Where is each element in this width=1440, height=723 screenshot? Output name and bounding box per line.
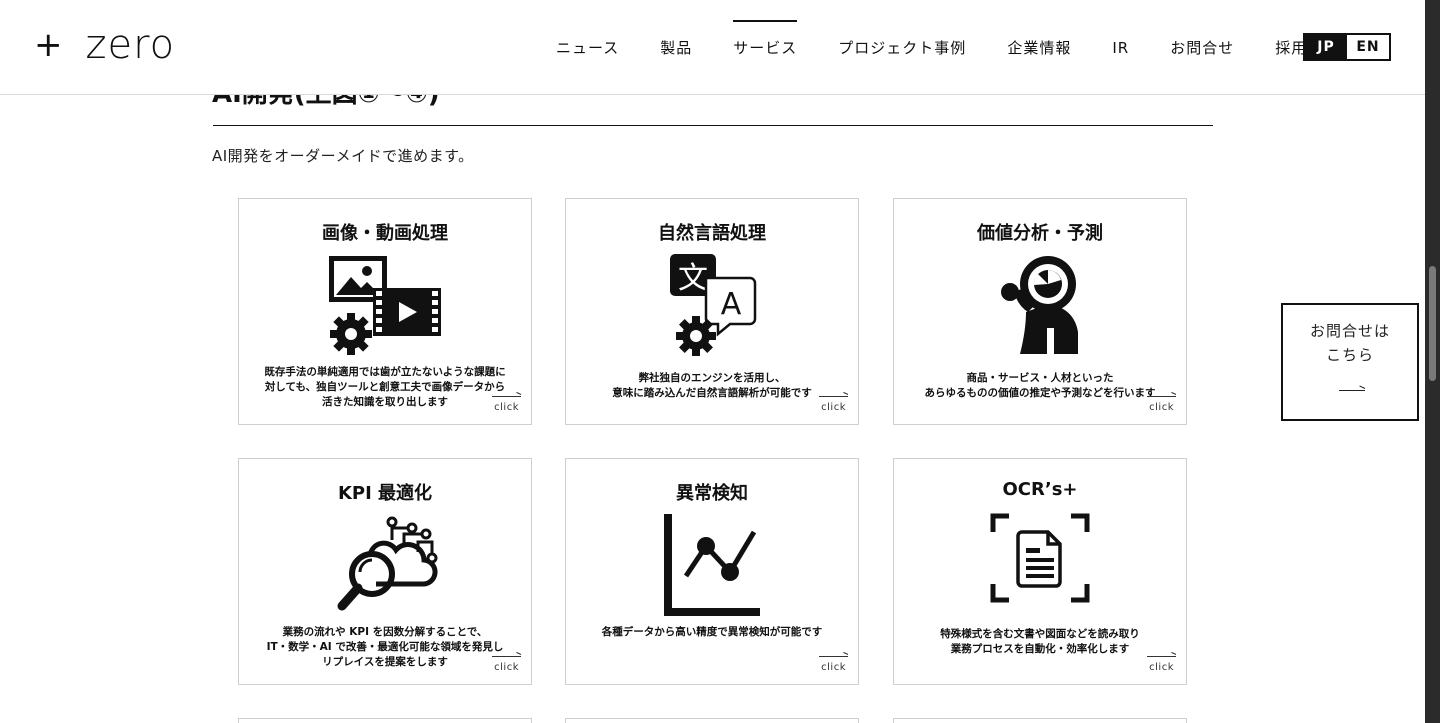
nav-projects[interactable]: プロジェクト事例 (838, 29, 966, 66)
card-title: 異常検知 (676, 483, 748, 504)
language-switcher: JP EN (1303, 33, 1391, 61)
contact-label: お問合せは こちら (1309, 322, 1390, 364)
logo-text: zero (85, 22, 176, 68)
card-description: 特殊様式を含む文書や図面などを読み取り 業務プロセスを自動化・効率化します (940, 628, 1140, 655)
card-title: 画像・動画処理 (322, 223, 448, 244)
nav-ir[interactable]: IR (1112, 31, 1129, 65)
service-card-nlp[interactable]: 自然言語処理 文 A 弊社独自のエンジンを活用し、 意味に踏み込んだ自然言語解析… (565, 198, 859, 425)
line-chart-icon (566, 511, 858, 617)
service-card-ocr[interactable]: OCR’s+ 特殊様式を含む文書や図面などを読み取り 業務プロセスを自動化・効率… (893, 458, 1187, 685)
arrow-right-icon (1339, 390, 1365, 391)
card-title: 価値分析・予測 (977, 223, 1103, 244)
service-card-image-video[interactable]: 画像・動画処理 既存手法の単純適用では歯が立たないような課題に 対しても、独自ツ… (238, 198, 532, 425)
image-video-gear-icon (239, 251, 531, 357)
floating-contact-button[interactable]: お問合せは こちら (1281, 303, 1419, 421)
lang-en-button[interactable]: EN (1347, 35, 1389, 59)
logo-plus: + (34, 25, 64, 65)
service-card-partial[interactable] (238, 718, 532, 723)
card-title: 自然言語処理 (658, 223, 766, 244)
card-click-link[interactable]: click (1147, 396, 1176, 413)
nav-products[interactable]: 製品 (660, 29, 692, 66)
site-header: + zero ニュース 製品 サービス プロジェクト事例 企業情報 IR お問合… (0, 0, 1425, 95)
document-scan-icon (894, 511, 1186, 617)
page-scrollbar[interactable] (1425, 0, 1440, 723)
lang-jp-button[interactable]: JP (1305, 35, 1347, 59)
translate-gear-icon: 文 A (566, 251, 858, 357)
service-card-value-analysis[interactable]: 価値分析・予測 商品・サービス・人材といった あらゆるものの価値の推定や予測など… (893, 198, 1187, 425)
card-click-link[interactable]: click (1147, 656, 1176, 673)
card-description: 既存手法の単純適用では歯が立たないような課題に 対しても、独自ツールと創意工夫で… (264, 366, 506, 408)
card-description: 商品・サービス・人材といった あらゆるものの価値の推定や予測などを行います (924, 372, 1156, 399)
nav-services[interactable]: サービス (733, 20, 798, 66)
service-card-partial[interactable] (565, 718, 859, 723)
service-card-partial[interactable] (893, 718, 1187, 723)
card-title: KPI 最適化 (337, 483, 433, 504)
site-logo[interactable]: + zero (34, 22, 175, 68)
nav-company[interactable]: 企業情報 (1007, 29, 1071, 66)
card-click-link[interactable]: click (492, 396, 521, 413)
card-title: OCR’s+ (1002, 479, 1078, 500)
nav-contact[interactable]: お問合せ (1170, 29, 1234, 66)
service-card-anomaly[interactable]: 異常検知 各種データから高い精度で異常検知が可能です click (565, 458, 859, 685)
card-description: 各種データから高い精度で異常検知が可能です (601, 626, 823, 638)
magnifier-cloud-icon (239, 511, 531, 617)
svg-text:A: A (721, 287, 742, 322)
section-lead: AI開発をオーダーメイドで進めます。 (212, 147, 474, 165)
nav-news[interactable]: ニュース (556, 29, 619, 66)
scrollbar-thumb[interactable] (1429, 266, 1436, 381)
svg-text:文: 文 (678, 261, 708, 296)
section-divider (213, 125, 1213, 126)
card-click-link[interactable]: click (819, 656, 848, 673)
main-nav: ニュース 製品 サービス プロジェクト事例 企業情報 IR お問合せ 採用 (556, 0, 1348, 95)
service-card-kpi[interactable]: KPI 最適化 業務の流れや KPI を因数分解することで、 IT・数学・AI … (238, 458, 532, 685)
card-description: 弊社独自のエンジンを活用し、 意味に踏み込んだ自然言語解析が可能です (612, 372, 812, 399)
card-click-link[interactable]: click (819, 396, 848, 413)
card-click-link[interactable]: click (492, 656, 521, 673)
person-analysis-icon (894, 251, 1186, 357)
card-description: 業務の流れや KPI を因数分解することで、 IT・数学・AI で改善・最適化可… (266, 626, 504, 668)
